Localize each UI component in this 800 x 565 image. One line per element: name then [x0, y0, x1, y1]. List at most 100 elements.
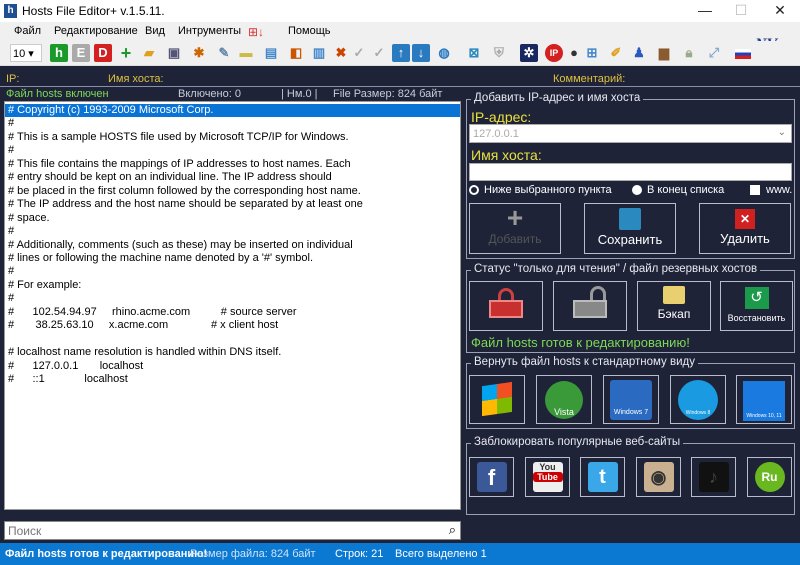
editor-line[interactable]: # ::1 localhost	[5, 373, 460, 386]
tools-icon[interactable]: ✱	[190, 44, 208, 62]
h-button[interactable]: h	[50, 44, 68, 62]
restore-win8-button[interactable]: Windows 8	[670, 375, 726, 424]
network-icon[interactable]: ✲	[520, 44, 538, 62]
move-down-icon[interactable]: ↓	[412, 44, 430, 62]
block-youtube-button[interactable]: You Tube	[525, 457, 570, 497]
youtube-text-top: You	[539, 462, 556, 472]
expand-icon[interactable]: ⤢	[705, 44, 723, 62]
shield-icon[interactable]: ⛨	[490, 44, 508, 62]
editor-line[interactable]: # 127.0.0.1 localhost	[5, 360, 460, 373]
dns-icon[interactable]: ●	[565, 44, 583, 62]
check-icon[interactable]: ✓	[350, 44, 368, 62]
file-size: File Размер: 824 байт	[333, 88, 443, 100]
restore-winxp-button[interactable]	[469, 375, 525, 424]
folder-icon[interactable]: ▬	[237, 44, 255, 62]
briefcase-icon[interactable]: ▆	[655, 44, 673, 62]
minimize-button[interactable]: —	[690, 2, 720, 20]
editor-line[interactable]: #	[5, 117, 460, 130]
block-facebook-button[interactable]: f	[469, 457, 514, 497]
globe-icon[interactable]: ◍	[435, 44, 453, 62]
editor-line[interactable]: # This file contains the mappings of IP …	[5, 158, 460, 171]
block-tiktok-button[interactable]: ♪	[691, 457, 736, 497]
lock-readonly-button[interactable]	[469, 281, 543, 331]
add-button[interactable]: + Добавить	[469, 203, 561, 254]
www-checkbox[interactable]	[750, 185, 760, 195]
unlock-button[interactable]	[553, 281, 627, 331]
menu-file[interactable]: Файл	[14, 25, 41, 37]
font-size-select[interactable]: 10 ▾	[10, 44, 42, 62]
delete-folder-icon[interactable]: ✖	[332, 44, 350, 62]
save-button[interactable]: Сохранить	[584, 203, 676, 254]
radio-below-selected[interactable]	[469, 185, 479, 195]
plus-icon: +	[506, 202, 524, 233]
chevron-down-icon[interactable]: ⌄	[778, 127, 786, 138]
lock-icon[interactable]: 🔒︎	[680, 44, 698, 62]
block-ru-button[interactable]: Ru	[747, 457, 792, 497]
editor-line[interactable]: # 38.25.63.10 x.acme.com # x client host	[5, 319, 460, 332]
editor-line[interactable]: #	[5, 144, 460, 157]
search-box[interactable]: ⌕	[4, 521, 461, 540]
language-flag-icon[interactable]	[735, 49, 751, 59]
host-name-input[interactable]	[469, 163, 792, 181]
block-instagram-button[interactable]: ◉	[636, 457, 681, 497]
ip-icon[interactable]: IP	[545, 44, 563, 62]
editor-line[interactable]: # Additionally, comments (such as these)…	[5, 239, 460, 252]
close-button[interactable]: ✕	[765, 2, 795, 20]
user-icon[interactable]: ♟	[630, 44, 648, 62]
add-icon[interactable]: +	[117, 44, 135, 62]
radio-below-label: Ниже выбранного пункта	[484, 184, 612, 196]
editor-line[interactable]	[5, 333, 460, 346]
hosts-editor[interactable]: # Copyright (c) 1993-2009 Microsoft Corp…	[4, 101, 461, 510]
export-icon[interactable]: ◧	[287, 44, 305, 62]
remove-file-icon[interactable]: ▥	[310, 44, 328, 62]
check-all-icon[interactable]: ✓	[370, 44, 388, 62]
ready-message: Файл hosts готов к редактированию!	[471, 335, 690, 350]
editor-line[interactable]: #	[5, 265, 460, 278]
windows-8-logo-icon: Windows 8	[678, 380, 718, 420]
edit-icon[interactable]: ✎	[215, 44, 233, 62]
maximize-button[interactable]: ☐	[726, 2, 756, 20]
restore-win7-button[interactable]: Windows 7	[603, 375, 659, 424]
menu-edit[interactable]: Редактирование	[54, 25, 138, 37]
e-button[interactable]: E	[72, 44, 90, 62]
open-folder-icon[interactable]: ▰	[140, 44, 158, 62]
editor-line[interactable]: # lines or following the machine name de…	[5, 252, 460, 265]
d-button[interactable]: D	[94, 44, 112, 62]
ip-address-combobox[interactable]: 127.0.0.1 ⌄	[469, 124, 792, 143]
search-icon[interactable]: ⌕	[449, 522, 456, 538]
restore-button[interactable]: ↺ Восстановить	[720, 281, 793, 331]
editor-line[interactable]: # entry should be kept on an individual …	[5, 171, 460, 184]
editor-line[interactable]: # 102.54.94.97 rhino.acme.com # source s…	[5, 306, 460, 319]
lock-red-icon	[498, 288, 514, 300]
editor-line[interactable]: # be placed in the first column followed…	[5, 185, 460, 198]
windows-block-icon[interactable]: ⊠	[465, 44, 483, 62]
menu-tools[interactable]: Интрументы	[178, 25, 241, 37]
restore-vista-button[interactable]: Vista	[536, 375, 592, 424]
calc-icon[interactable]: ⊞	[583, 44, 601, 62]
search-input[interactable]	[5, 522, 425, 539]
backup-button[interactable]: Бэкап	[637, 281, 711, 331]
block-twitter-button[interactable]: t	[580, 457, 625, 497]
new-file-icon[interactable]: ▤	[262, 44, 280, 62]
editor-line[interactable]: # The IP address and the host name shoul…	[5, 198, 460, 211]
restore-win10-11-button[interactable]: Windows 10, 11	[736, 375, 792, 424]
editor-line[interactable]: # For example:	[5, 279, 460, 292]
move-up-icon[interactable]: ↑	[392, 44, 410, 62]
windows-10-11-logo-icon: Windows 10, 11	[743, 381, 785, 421]
editor-line[interactable]: # Copyright (c) 1993-2009 Microsoft Corp…	[5, 104, 460, 118]
menu-help[interactable]: Помощь	[288, 25, 331, 37]
menu-view[interactable]: Вид	[145, 25, 165, 37]
save-icon[interactable]: ▣	[165, 44, 183, 62]
clean-icon[interactable]: ✐	[607, 44, 625, 62]
editor-line[interactable]: # space.	[5, 212, 460, 225]
editor-line[interactable]: # This is a sample HOSTS file used by Mi…	[5, 131, 460, 144]
editor-line[interactable]: # localhost name resolution is handled w…	[5, 346, 460, 359]
editor-line[interactable]: #	[5, 292, 460, 305]
delete-button[interactable]: ✕ Удалить	[699, 203, 791, 254]
app-icon: h	[4, 4, 17, 18]
radio-end-of-list[interactable]	[632, 185, 642, 195]
backup-label: Бэкап	[657, 307, 691, 321]
editor-line[interactable]: #	[5, 225, 460, 238]
block-sites-group	[466, 443, 795, 515]
windows-menu-icon[interactable]: ⊞↓	[248, 25, 264, 39]
